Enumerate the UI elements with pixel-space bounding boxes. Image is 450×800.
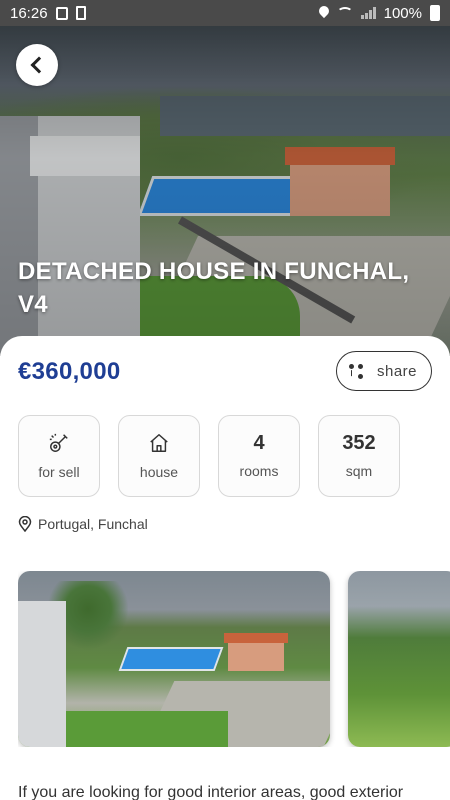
battery-percent: 100%: [383, 4, 422, 22]
storage-icon: [75, 6, 86, 20]
guitar-icon: [49, 433, 68, 452]
wifi-icon: [336, 7, 353, 19]
status-right: 100%: [319, 5, 440, 22]
feature-label: rooms: [239, 463, 279, 479]
rooms-value: 4: [253, 432, 265, 454]
share-icon: [349, 364, 363, 379]
notification-icon: [55, 6, 68, 20]
feature-listing-type: for sell: [18, 415, 100, 497]
gallery-photo[interactable]: [18, 571, 330, 747]
back-button[interactable]: [16, 44, 58, 86]
property-title: DETACHED HOUSE IN FUNCHAL, V4: [18, 258, 410, 318]
gallery-photo[interactable]: [348, 571, 450, 747]
house-icon: [150, 434, 168, 452]
area-value: 352: [342, 432, 376, 454]
feature-rooms: 4 rooms: [218, 415, 300, 497]
feature-label: for sell: [38, 464, 80, 480]
price: €360,000: [18, 358, 121, 385]
status-left: 16:26: [10, 5, 86, 22]
map-pin-icon: [18, 516, 32, 532]
details-sheet: €360,000 share for sell house 4 rooms 35…: [0, 336, 450, 800]
feature-label: sqm: [345, 463, 373, 479]
location: Portugal, Funchal: [18, 516, 148, 532]
location-status-icon: [319, 6, 329, 20]
feature-area: 352 sqm: [318, 415, 400, 497]
battery-icon: [430, 5, 440, 21]
property-description: If you are looking for good interior are…: [18, 784, 404, 800]
signal-icon: [360, 7, 376, 19]
location-text: Portugal, Funchal: [38, 516, 148, 532]
feature-property-type: house: [118, 415, 200, 497]
chevron-left-icon: [30, 56, 48, 74]
feature-label: house: [139, 464, 179, 480]
status-bar: 16:26 100%: [0, 0, 450, 26]
features-row: for sell house 4 rooms 352 sqm: [18, 415, 400, 497]
share-button[interactable]: share: [336, 351, 432, 391]
share-label: share: [377, 362, 418, 380]
photo-gallery[interactable]: [18, 571, 450, 747]
status-time: 16:26: [10, 4, 48, 22]
